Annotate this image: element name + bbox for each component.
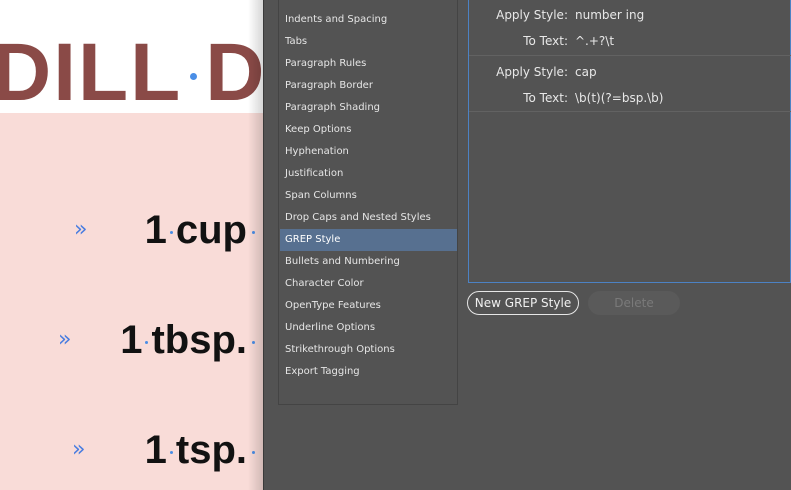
category-item-bullets-and-numbering[interactable]: Bullets and Numbering [280, 251, 457, 273]
measure-unit: tsp. [175, 428, 247, 472]
new-grep-style-button[interactable]: New GREP Style [467, 291, 579, 315]
category-item-paragraph-border[interactable]: Paragraph Border [280, 75, 457, 97]
category-item-export-tagging[interactable]: Export Tagging [280, 361, 457, 383]
category-item-grep-style[interactable]: GREP Style [280, 229, 457, 251]
category-item-drop-caps[interactable]: Drop Caps and Nested Styles [280, 207, 457, 229]
delete-button[interactable]: Delete [588, 291, 680, 315]
heading-separator-dot [190, 72, 198, 80]
category-list[interactable]: Indents and Spacing Tabs Paragraph Rules… [278, 0, 458, 405]
measure-text: 1 tsp. [145, 430, 247, 470]
measure-row: » 1 cup [0, 203, 265, 253]
space-marker [169, 450, 173, 454]
category-item-span-columns[interactable]: Span Columns [280, 185, 457, 207]
grep-style-list[interactable]: Apply Style: number ing To Text: ^.+?\t … [468, 0, 791, 283]
chevron-icon: » [74, 217, 88, 242]
category-item-underline-options[interactable]: Underline Options [280, 317, 457, 339]
chevron-icon: » [58, 327, 72, 352]
measure-row: » 1 tsp. [0, 424, 265, 474]
recipe-heading: DILL D [0, 32, 265, 114]
apply-style-label: Apply Style: [496, 8, 568, 22]
apply-style-value[interactable]: number ing [575, 8, 644, 22]
to-text-label: To Text: [523, 34, 568, 48]
apply-style-value[interactable]: cap [575, 65, 597, 79]
measure-text: 1 cup [145, 210, 247, 250]
category-item-opentype-features[interactable]: OpenType Features [280, 295, 457, 317]
space-marker [169, 230, 173, 234]
category-item-indents-and-spacing[interactable]: Indents and Spacing [280, 9, 457, 31]
space-marker [145, 340, 149, 344]
measure-number: 1 [144, 428, 167, 472]
category-item-justification[interactable]: Justification [280, 163, 457, 185]
measure-number: 1 [120, 318, 143, 362]
category-item-paragraph-rules[interactable]: Paragraph Rules [280, 53, 457, 75]
category-item-tabs[interactable]: Tabs [280, 31, 457, 53]
document-page: DILL D » 1 cup » 1 tbsp. » 1 tsp. [0, 0, 265, 490]
to-text-label: To Text: [523, 91, 568, 105]
measure-unit: cup [175, 208, 247, 252]
category-item-character-color[interactable]: Character Color [280, 273, 457, 295]
measure-text: 1 tbsp. [120, 320, 247, 360]
grep-rule[interactable]: Apply Style: number ing To Text: ^.+?\t [469, 0, 791, 56]
chevron-icon: » [72, 437, 86, 462]
measure-row: » 1 tbsp. [0, 313, 265, 363]
measure-number: 1 [144, 208, 167, 252]
category-item-paragraph-shading[interactable]: Paragraph Shading [280, 97, 457, 119]
grep-rule[interactable]: Apply Style: cap To Text: \b(t)(?=bsp.\b… [469, 56, 791, 112]
document-header-area: DILL D [0, 0, 265, 114]
apply-style-label: Apply Style: [496, 65, 568, 79]
measure-unit: tbsp. [151, 318, 247, 362]
to-text-value[interactable]: \b(t)(?=bsp.\b) [575, 91, 663, 105]
category-item-hyphenation[interactable]: Hyphenation [280, 141, 457, 163]
category-item-strikethrough-options[interactable]: Strikethrough Options [280, 339, 457, 361]
heading-word: DILL [0, 27, 183, 118]
category-item-keep-options[interactable]: Keep Options [280, 119, 457, 141]
to-text-value[interactable]: ^.+?\t [575, 34, 614, 48]
